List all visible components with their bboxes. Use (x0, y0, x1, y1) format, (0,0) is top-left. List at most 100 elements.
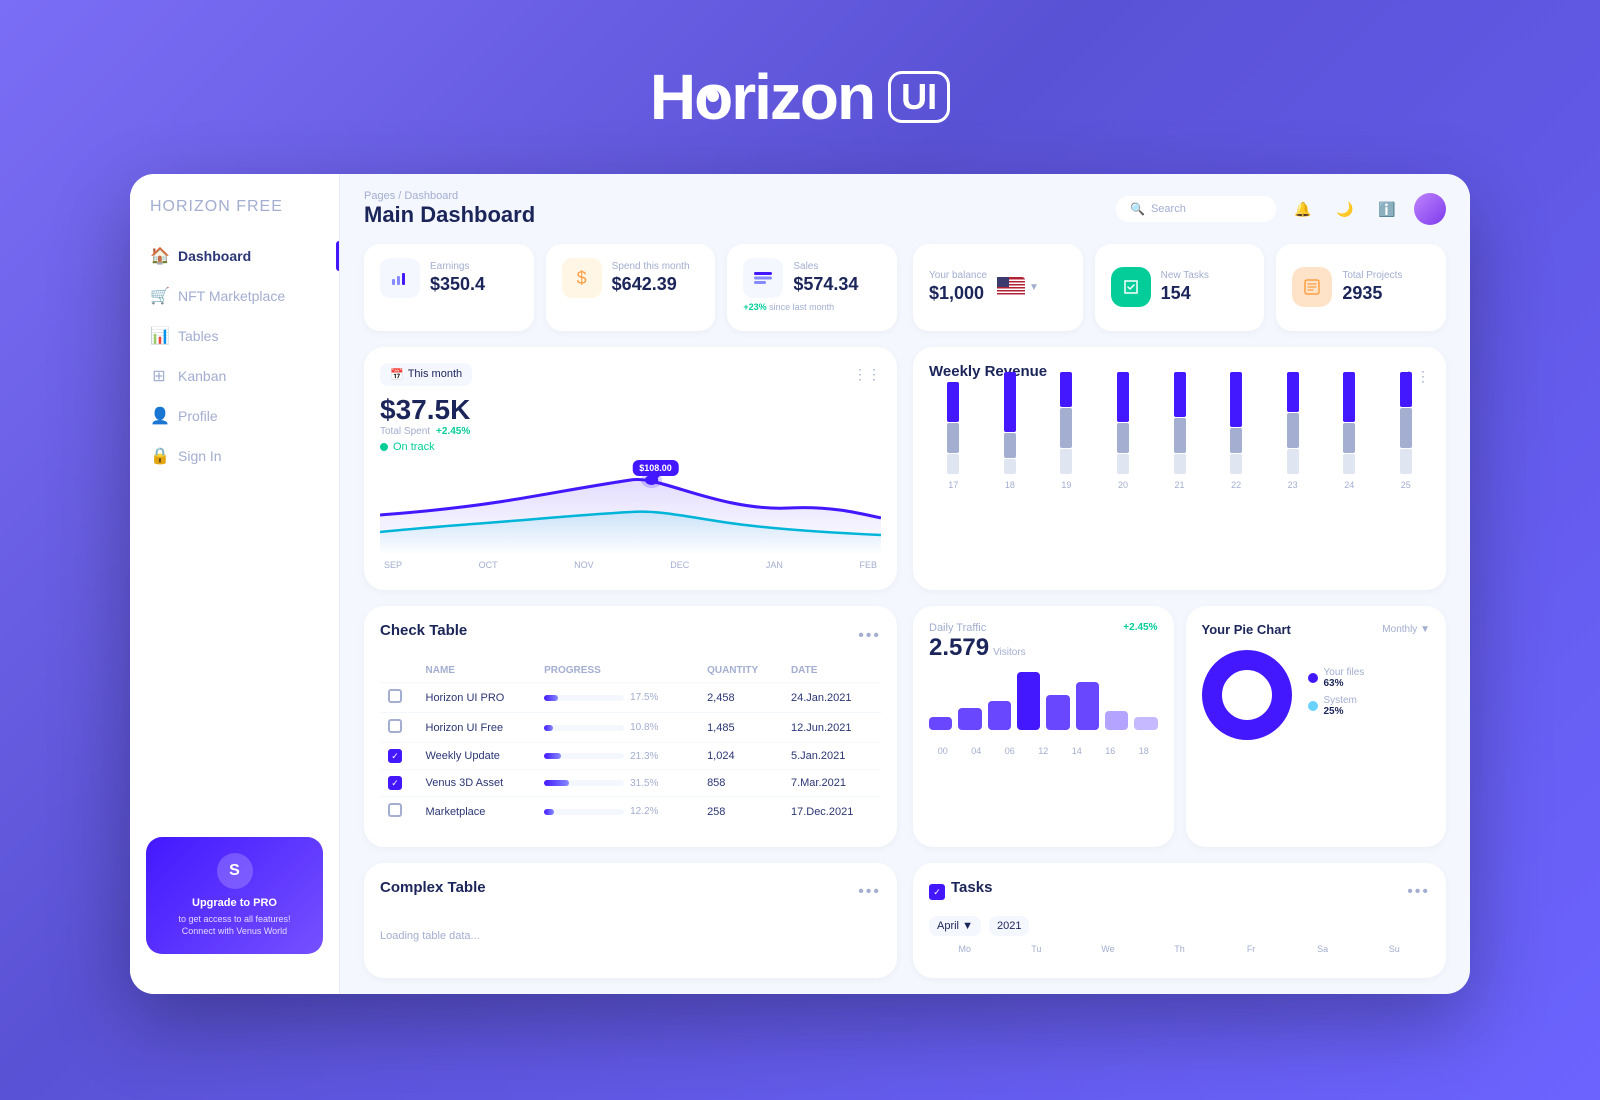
month-dropdown[interactable]: April ▼ (929, 916, 981, 936)
bar-stack (1268, 372, 1317, 474)
tasks-checkbox[interactable]: ✓ (929, 884, 945, 900)
sidebar-item-nft[interactable]: 🛒 NFT Marketplace (130, 276, 339, 316)
table-row: Marketplace 12.2% 258 17.Dec.2021 (380, 797, 881, 827)
pie-period-dropdown[interactable]: Monthly ▼ (1382, 624, 1430, 635)
upgrade-icon: S (217, 853, 253, 889)
cal-dropdowns: April ▼ 2021 (929, 916, 1029, 936)
header-actions: 🔍 Search 🔔 🌙 ℹ️ (1116, 193, 1446, 225)
year-dropdown[interactable]: 2021 (989, 916, 1029, 936)
earnings-value: $350.4 (430, 274, 485, 295)
chart-menu-icon[interactable]: ⋮⋮ (853, 366, 881, 383)
sidebar-item-tables[interactable]: 📊 Tables (130, 316, 339, 356)
sidebar-item-kanban[interactable]: ⊞ Kanban (130, 356, 339, 396)
earnings-icon (380, 258, 420, 298)
row-quantity: 258 (699, 797, 783, 827)
bar-dark (1400, 372, 1412, 407)
balance-info: Your balance $1,000 (929, 270, 987, 304)
row-checkbox[interactable] (388, 719, 402, 733)
bar-label: 22 (1231, 480, 1241, 490)
complex-table-more[interactable]: ••• (858, 883, 881, 901)
bar-light (1287, 449, 1299, 474)
this-month-button[interactable]: 📅 This month (380, 363, 472, 386)
flag-dropdown[interactable]: ▼ (1029, 282, 1039, 293)
stat-cards-row: Earnings $350.4 $ Spend this month $642.… (364, 244, 897, 331)
top-header: Pages / Dashboard Main Dashboard 🔍 Searc… (340, 174, 1470, 236)
info-icon[interactable]: ℹ️ (1372, 194, 1402, 224)
moon-icon[interactable]: 🌙 (1330, 194, 1360, 224)
flag-container: ▼ (997, 277, 1039, 297)
row-checkbox[interactable]: ✓ (388, 749, 402, 763)
page-title: Main Dashboard (364, 202, 535, 228)
traffic-bar (1076, 682, 1099, 730)
kanban-icon: ⊞ (150, 366, 168, 386)
sidebar-item-dashboard[interactable]: 🏠 Dashboard (130, 236, 339, 276)
earnings-label: Earnings (430, 261, 485, 272)
table-row: ✓ Weekly Update 21.3% 1,024 5.Jan.2021 (380, 743, 881, 770)
bar-label: 21 (1175, 480, 1185, 490)
bar-light (1174, 454, 1186, 474)
calendar-icon: 📅 (390, 368, 404, 381)
sidebar-item-profile[interactable]: 👤 Profile (130, 396, 339, 436)
bar-stack (929, 382, 978, 474)
spend-meta: Total Spent +2.45% (380, 426, 881, 437)
profile-icon: 👤 (150, 406, 168, 426)
sidebar-item-signin[interactable]: 🔒 Sign In (130, 436, 339, 476)
bar-medium (1230, 428, 1242, 453)
lock-icon: 🔒 (150, 446, 168, 466)
pie-legend: Your files 63% System 25% (1308, 667, 1365, 723)
upgrade-subtitle: to get access to all features! Connect w… (162, 913, 307, 938)
cart-icon: 🛒 (150, 286, 168, 306)
traffic-unit: Visitors (993, 647, 1026, 658)
bar-light (947, 454, 959, 474)
pie-chart-container: Your files 63% System 25% (1202, 645, 1431, 745)
pie-svg (1202, 650, 1292, 740)
row-quantity: 1,024 (699, 743, 783, 770)
bar-label: 20 (1118, 480, 1128, 490)
row-progress: 10.8% (536, 713, 699, 743)
app-logo: Horizon UI (650, 60, 950, 134)
spend-total: $37.5K Total Spent +2.45% On track (380, 394, 881, 456)
row-date: 12.Jun.2021 (783, 713, 881, 743)
traffic-label: Daily Traffic (929, 622, 1026, 634)
row-date: 24.Jan.2021 (783, 683, 881, 713)
bar-stack (1212, 372, 1261, 474)
row-checkbox[interactable]: ✓ (388, 776, 402, 790)
bar-dark (1174, 372, 1186, 417)
row-checkbox[interactable] (388, 689, 402, 703)
bar-light (1060, 449, 1072, 474)
sidebar-label-profile: Profile (178, 408, 218, 424)
bar-dark (1004, 372, 1016, 432)
row-quantity: 858 (699, 770, 783, 797)
bar-group-21: 21 (1155, 372, 1204, 490)
notification-icon[interactable]: 🔔 (1288, 194, 1318, 224)
spend-label: Spend this month (612, 261, 690, 272)
chart-x-labels: SEP OCT NOV DEC JAN FEB (380, 560, 881, 570)
logo-badge: UI (888, 71, 950, 123)
traffic-header: Daily Traffic 2.579 Visitors +2.45% (929, 622, 1158, 662)
traffic-value-area: 2.579 Visitors (929, 634, 1026, 662)
search-box[interactable]: 🔍 Search (1116, 196, 1276, 222)
traffic-bar (1046, 695, 1069, 730)
traffic-bar (958, 708, 981, 730)
bottom-row: Complex Table ••• Loading table data... … (364, 863, 1446, 979)
tasks-controls: ••• (1407, 883, 1430, 901)
avatar[interactable] (1414, 193, 1446, 225)
breadcrumb: Pages / Dashboard (364, 190, 535, 202)
traffic-bar-highlight (1017, 672, 1040, 730)
tasks-calendar-card: ✓ Tasks ••• April ▼ 2 (913, 863, 1446, 979)
complex-table-header: Complex Table ••• (380, 879, 881, 906)
pie-chart-card: Your Pie Chart Monthly ▼ (1186, 606, 1447, 847)
chevron-down-icon: ▼ (1420, 624, 1430, 635)
check-table-more[interactable]: ••• (858, 627, 881, 645)
traffic-value: 2.579 (929, 634, 989, 662)
sidebar-label-signin: Sign In (178, 448, 222, 464)
sales-value: $574.34 (793, 274, 858, 295)
total-projects-label: Total Projects (1342, 270, 1402, 281)
row-progress: 12.2% (536, 797, 699, 827)
bar-dark (1287, 372, 1299, 412)
bar-label: 18 (1005, 480, 1015, 490)
bar-light (1400, 449, 1412, 474)
tasks-more[interactable]: ••• (1407, 883, 1430, 901)
bar-stack (1382, 372, 1431, 474)
row-checkbox[interactable] (388, 803, 402, 817)
